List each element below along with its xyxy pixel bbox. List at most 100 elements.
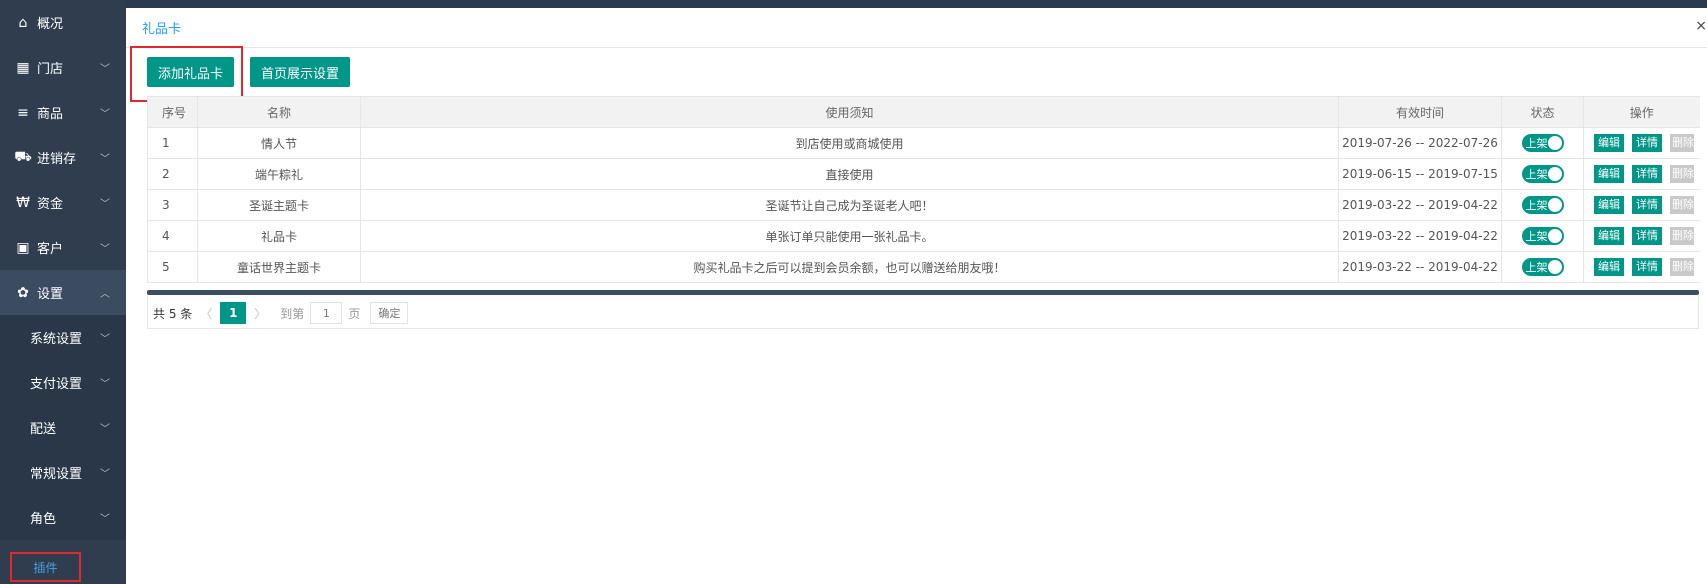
sub-system-settings[interactable]: 系统设置 ﹀ bbox=[0, 315, 126, 360]
pager-total: 共 5 条 bbox=[153, 306, 193, 321]
col-header-period: 有效时间 bbox=[1338, 96, 1502, 128]
sub-payment-settings[interactable]: 支付设置 ﹀ bbox=[0, 360, 126, 405]
nav-settings[interactable]: ✿ 设置 ︿ bbox=[0, 270, 126, 315]
cell-index: 2 bbox=[147, 158, 198, 190]
delete-button[interactable]: 删除 bbox=[1670, 165, 1694, 183]
cell-notice: 单张订单只能使用一张礼品卡。 bbox=[360, 220, 1339, 252]
close-icon[interactable]: × bbox=[1695, 18, 1707, 34]
sub-label: 常规设置 bbox=[30, 467, 83, 482]
cell-notice: 购买礼品卡之后可以提到会员余额，也可以赠送给朋友哦！ bbox=[360, 251, 1339, 283]
cell-period: 2019-03-22 -- 2019-04-22 bbox=[1338, 189, 1502, 221]
nav-label: 设置 bbox=[37, 287, 64, 302]
cell-status: 上架 bbox=[1501, 158, 1584, 190]
chevron-down-icon: ﹀ bbox=[100, 64, 110, 75]
col-header-status: 状态 bbox=[1501, 96, 1584, 128]
cell-period: 2019-03-22 -- 2019-04-22 bbox=[1338, 220, 1502, 252]
truck-icon: ⛟ bbox=[14, 148, 32, 165]
table-row: 5 童话世界主题卡 购买礼品卡之后可以提到会员余额，也可以赠送给朋友哦！ 2019-0… bbox=[147, 251, 1700, 283]
detail-button[interactable]: 详情 bbox=[1632, 258, 1662, 276]
cell-status: 上架 bbox=[1501, 127, 1584, 159]
pagination: 共 5 条 〈 1 〉 到第 1 页 确定 bbox=[147, 299, 409, 327]
chevron-right-icon[interactable]: 〉 bbox=[254, 305, 266, 322]
building-icon: ▦ bbox=[16, 59, 30, 76]
sub-roles[interactable]: 角色 ﹀ bbox=[0, 495, 126, 540]
add-gift-card-button[interactable]: 添加礼品卡 bbox=[147, 57, 234, 87]
cell-index: 4 bbox=[147, 220, 198, 252]
chevron-up-icon: ︿ bbox=[100, 289, 110, 300]
nav-label: 客户 bbox=[37, 242, 64, 257]
status-label: 上架 bbox=[1525, 168, 1548, 181]
edit-button[interactable]: 编辑 bbox=[1594, 227, 1624, 245]
sidebar-item-plugin[interactable]: 插件 bbox=[10, 552, 81, 582]
panel-header: 礼品卡 bbox=[126, 8, 1707, 48]
pager-current-page[interactable]: 1 bbox=[220, 302, 247, 324]
edit-button[interactable]: 编辑 bbox=[1594, 196, 1624, 214]
sub-general-settings[interactable]: 常规设置 ﹀ bbox=[0, 450, 126, 495]
cell-status: 上架 bbox=[1501, 251, 1584, 283]
chevron-down-icon: ﹀ bbox=[100, 469, 110, 480]
toggle-knob bbox=[1547, 167, 1562, 181]
status-label: 上架 bbox=[1525, 230, 1548, 243]
gift-card-panel: 礼品卡 × 添加礼品卡 首页展示设置 序号 名称 使用须知 有效时间 状态 操作… bbox=[126, 8, 1707, 584]
status-label: 上架 bbox=[1525, 199, 1548, 212]
cell-actions: 编辑 详情 删除 bbox=[1583, 127, 1700, 159]
chevron-left-icon[interactable]: 〈 bbox=[200, 305, 212, 322]
nav-store[interactable]: ▦ 门店 ﹀ bbox=[0, 45, 126, 90]
chevron-down-icon: ﹀ bbox=[100, 244, 110, 255]
cell-name: 端午粽礼 bbox=[197, 158, 361, 190]
table-row: 2 端午粽礼 直接使用 2019-06-15 -- 2019-07-15 上架 编辑 详情删… bbox=[147, 158, 1700, 190]
delete-button[interactable]: 删除 bbox=[1670, 196, 1694, 214]
nav-label: 商品 bbox=[37, 107, 64, 122]
toggle-knob bbox=[1547, 136, 1562, 150]
cell-index: 1 bbox=[147, 127, 198, 159]
nav-customer[interactable]: ▣ 客户 ﹀ bbox=[0, 225, 126, 270]
col-header-name: 名称 bbox=[197, 96, 361, 128]
cell-actions: 编辑 详情 删除 bbox=[1583, 220, 1700, 252]
toggle-knob bbox=[1547, 198, 1562, 212]
gear-icon: ✿ bbox=[17, 284, 29, 301]
list-icon: ≡ bbox=[17, 104, 29, 121]
pager-page-unit: 页 bbox=[348, 306, 361, 321]
delete-button[interactable]: 删除 bbox=[1670, 134, 1694, 152]
status-toggle[interactable]: 上架 bbox=[1521, 196, 1564, 214]
detail-button[interactable]: 详情 bbox=[1632, 196, 1662, 214]
home-icon: ⌂ bbox=[18, 14, 28, 31]
cell-name: 情人节 bbox=[197, 127, 361, 159]
cell-period: 2019-06-15 -- 2019-07-15 bbox=[1338, 158, 1502, 190]
status-toggle[interactable]: 上架 bbox=[1521, 165, 1564, 183]
edit-button[interactable]: 编辑 bbox=[1594, 258, 1624, 276]
pager-page-input[interactable]: 1 bbox=[310, 302, 343, 324]
status-toggle[interactable]: 上架 bbox=[1521, 258, 1564, 276]
cell-actions: 编辑 详情 删除 bbox=[1583, 158, 1700, 190]
home-display-settings-button[interactable]: 首页展示设置 bbox=[250, 57, 350, 87]
nav-inventory[interactable]: ⛟ 进销存 ﹀ bbox=[0, 135, 126, 180]
sub-label: 系统设置 bbox=[30, 332, 83, 347]
chevron-down-icon: ﹀ bbox=[100, 379, 110, 390]
nav-label: 资金 bbox=[37, 197, 64, 212]
status-toggle[interactable]: 上架 bbox=[1521, 227, 1564, 245]
chevron-down-icon: ﹀ bbox=[100, 199, 110, 210]
table-header-row: 序号 名称 使用须知 有效时间 状态 操作 bbox=[147, 96, 1700, 128]
cell-status: 上架 bbox=[1501, 189, 1584, 221]
cell-notice: 圣诞节让自己成为圣诞老人吧！ bbox=[360, 189, 1339, 221]
edit-button[interactable]: 编辑 bbox=[1594, 165, 1624, 183]
status-toggle[interactable]: 上架 bbox=[1521, 134, 1564, 152]
sub-delivery[interactable]: 配送 ﹀ bbox=[0, 405, 126, 450]
detail-button[interactable]: 详情 bbox=[1632, 227, 1662, 245]
cell-notice: 直接使用 bbox=[360, 158, 1339, 190]
pager-confirm-button[interactable]: 确定 bbox=[370, 302, 409, 324]
cell-name: 童话世界主题卡 bbox=[197, 251, 361, 283]
nav-overview[interactable]: ⌂ 概况 bbox=[0, 0, 126, 45]
table-row: 3 圣诞主题卡 圣诞节让自己成为圣诞老人吧！ 2019-03-22 -- 2019-0… bbox=[147, 189, 1700, 221]
delete-button[interactable]: 删除 bbox=[1670, 227, 1694, 245]
cell-index: 5 bbox=[147, 251, 198, 283]
cell-index: 3 bbox=[147, 189, 198, 221]
edit-button[interactable]: 编辑 bbox=[1594, 134, 1624, 152]
cell-period: 2019-07-26 -- 2022-07-26 bbox=[1338, 127, 1502, 159]
delete-button[interactable]: 删除 bbox=[1670, 258, 1694, 276]
nav-goods[interactable]: ≡ 商品 ﹀ bbox=[0, 90, 126, 135]
detail-button[interactable]: 详情 bbox=[1632, 134, 1662, 152]
detail-button[interactable]: 详情 bbox=[1632, 165, 1662, 183]
won-icon: ₩ bbox=[16, 194, 30, 211]
nav-funds[interactable]: ₩ 资金 ﹀ bbox=[0, 180, 126, 225]
